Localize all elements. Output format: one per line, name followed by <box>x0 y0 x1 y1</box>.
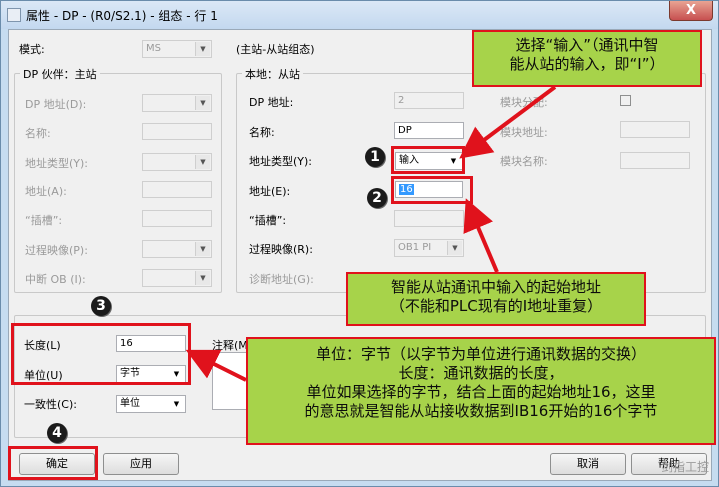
callout-unit-line1: 单位：字节（以字节为单位进行通讯数据的交换） <box>315 345 646 363</box>
callout-input-line2: 能从站的输入，即“I”） <box>509 55 665 73</box>
callout-address-line1: 智能从站通讯中输入的起始地址 <box>390 278 601 296</box>
arrow-to-address-type <box>459 85 557 159</box>
callout-unit-line4: 的意思就是智能从站接收数据到IB16开始的16个字节 <box>304 402 658 420</box>
callout-address-line2: （不能和PLC现有的I地址重复） <box>389 297 603 315</box>
arrow-to-address <box>463 198 499 273</box>
callout-input-line1: 选择“输入”（通讯中智 <box>515 36 659 54</box>
callout-unit-line3: 单位如果选择的字节，结合上面的起始地址16，这里 <box>306 383 656 401</box>
callout-address-type: 选择“输入”（通讯中智 能从站的输入，即“I”） <box>472 30 702 87</box>
arrow-to-length-unit <box>185 349 247 382</box>
watermark: 剑指工控 <box>660 460 709 474</box>
callout-unit-line2: 长度：通讯数据的长度， <box>398 364 564 382</box>
callout-start-address: 智能从站通讯中输入的起始地址 （不能和PLC现有的I地址重复） <box>346 272 646 326</box>
callout-unit-length: 单位：字节（以字节为单位进行通讯数据的交换） 长度：通讯数据的长度， 单位如果选… <box>246 337 716 445</box>
